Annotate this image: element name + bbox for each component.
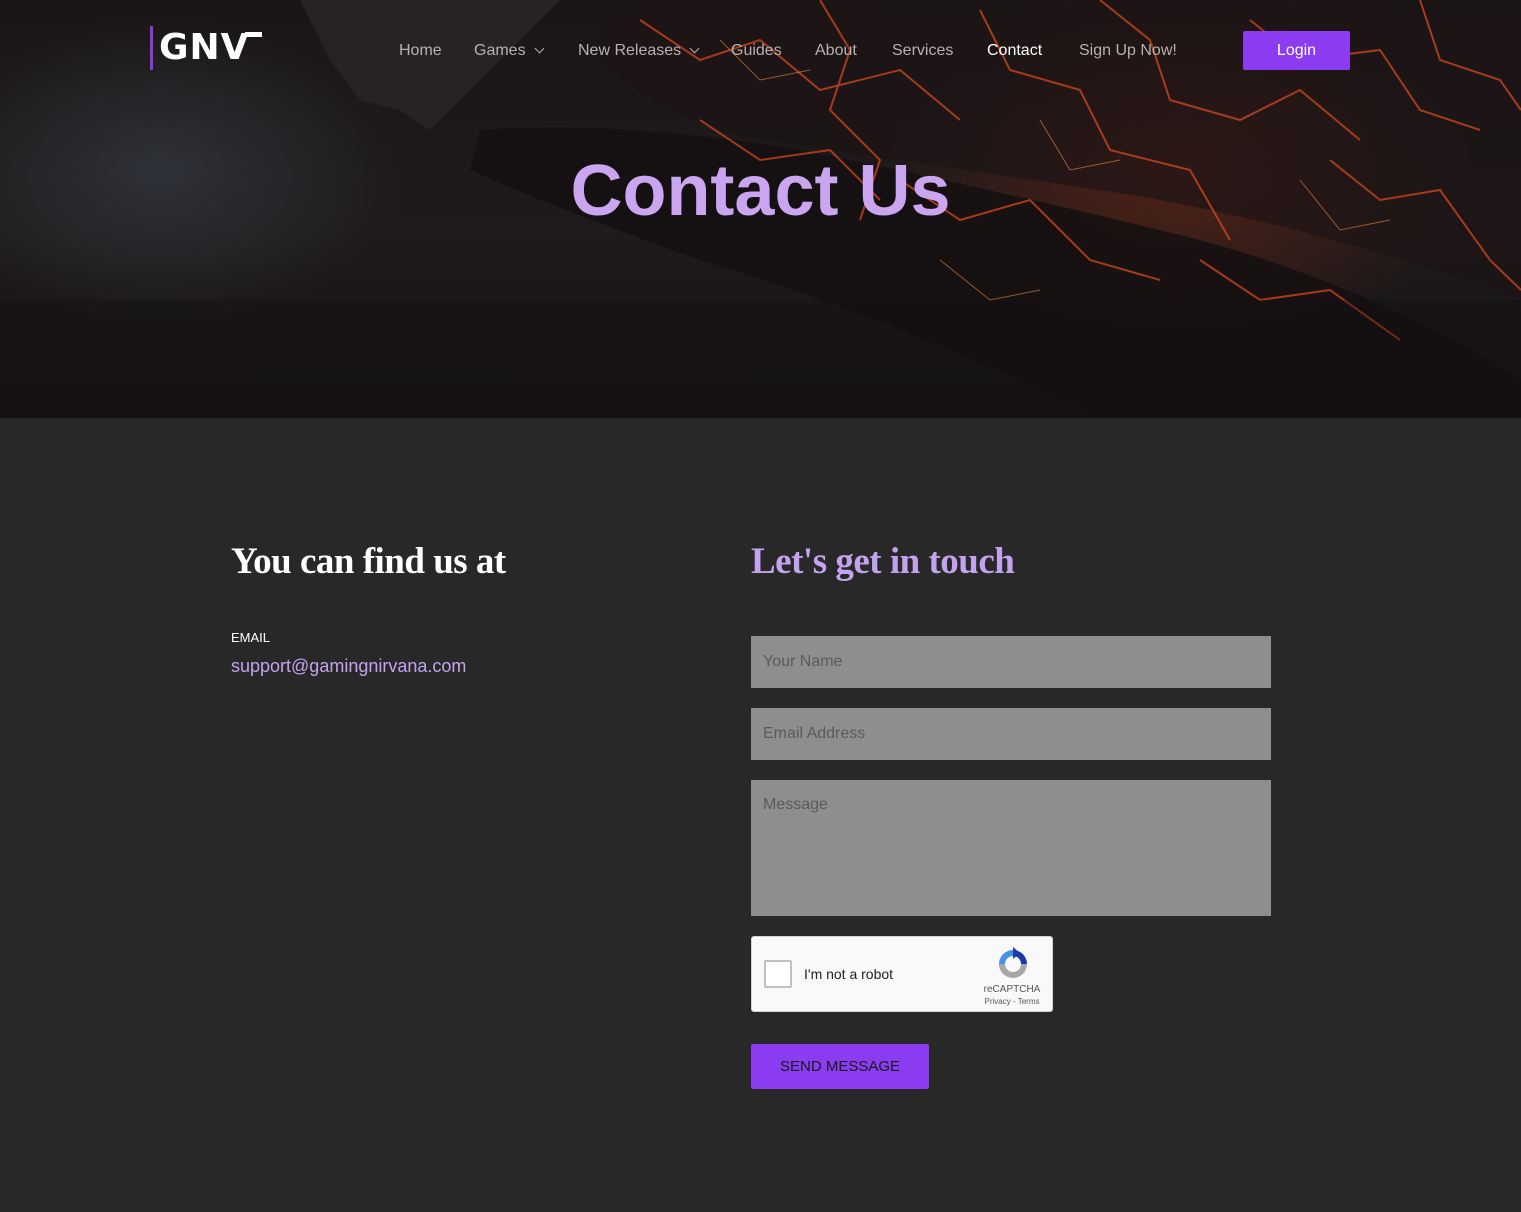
page-title: Contact Us [570, 151, 951, 231]
logo-accent-bar [150, 26, 153, 70]
form-heading: Let's get in touch [751, 541, 1015, 582]
chevron-down-icon [534, 43, 545, 54]
nav-item-games[interactable]: Games [474, 39, 545, 63]
message-textarea[interactable] [751, 780, 1271, 916]
chevron-down-icon [689, 43, 700, 54]
nav-item-home[interactable]: Home [399, 39, 442, 63]
nav-label: Services [892, 42, 954, 59]
support-email-link[interactable]: support@gamingnirvana.com [231, 656, 466, 677]
recaptcha-brand: reCAPTCHA [983, 984, 1041, 995]
nav-item-new-releases[interactable]: New Releases [578, 39, 700, 63]
email-label: EMAIL [231, 630, 271, 645]
nav-label: Guides [731, 42, 782, 59]
logo-text: GNV [159, 27, 250, 68]
nav-item-contact[interactable]: Contact [987, 39, 1042, 63]
nav-label: Contact [987, 42, 1043, 59]
name-input[interactable] [751, 636, 1271, 688]
site-logo[interactable]: GNV [150, 26, 270, 70]
nav-item-services[interactable]: Services [892, 39, 953, 63]
nav-item-about[interactable]: About [815, 39, 857, 63]
logo-flag-mark [245, 32, 262, 37]
hero-banner: GNV Home Games New Releases Guides About… [0, 0, 1521, 418]
nav-item-sign-up[interactable]: Sign Up Now! [1079, 39, 1177, 63]
recaptcha-checkbox[interactable] [764, 960, 792, 988]
recaptcha-icon [999, 947, 1027, 978]
nav-label: Home [399, 42, 442, 59]
login-button[interactable]: Login [1243, 31, 1350, 70]
nav-label: Games [474, 42, 526, 59]
nav-item-guides[interactable]: Guides [731, 39, 782, 63]
contact-info-heading: You can find us at [231, 541, 506, 582]
nav-label: Sign Up Now! [1079, 42, 1177, 59]
recaptcha-label: I'm not a robot [804, 966, 894, 982]
send-message-button[interactable]: SEND MESSAGE [751, 1044, 929, 1089]
nav-label: About [815, 42, 857, 59]
recaptcha-widget: I'm not a robot reCAPTCHA Privacy - Term… [751, 936, 1053, 1012]
recaptcha-terms-link[interactable]: Privacy - Terms [972, 997, 1052, 1006]
nav-label: New Releases [578, 42, 682, 59]
email-input[interactable] [751, 708, 1271, 760]
